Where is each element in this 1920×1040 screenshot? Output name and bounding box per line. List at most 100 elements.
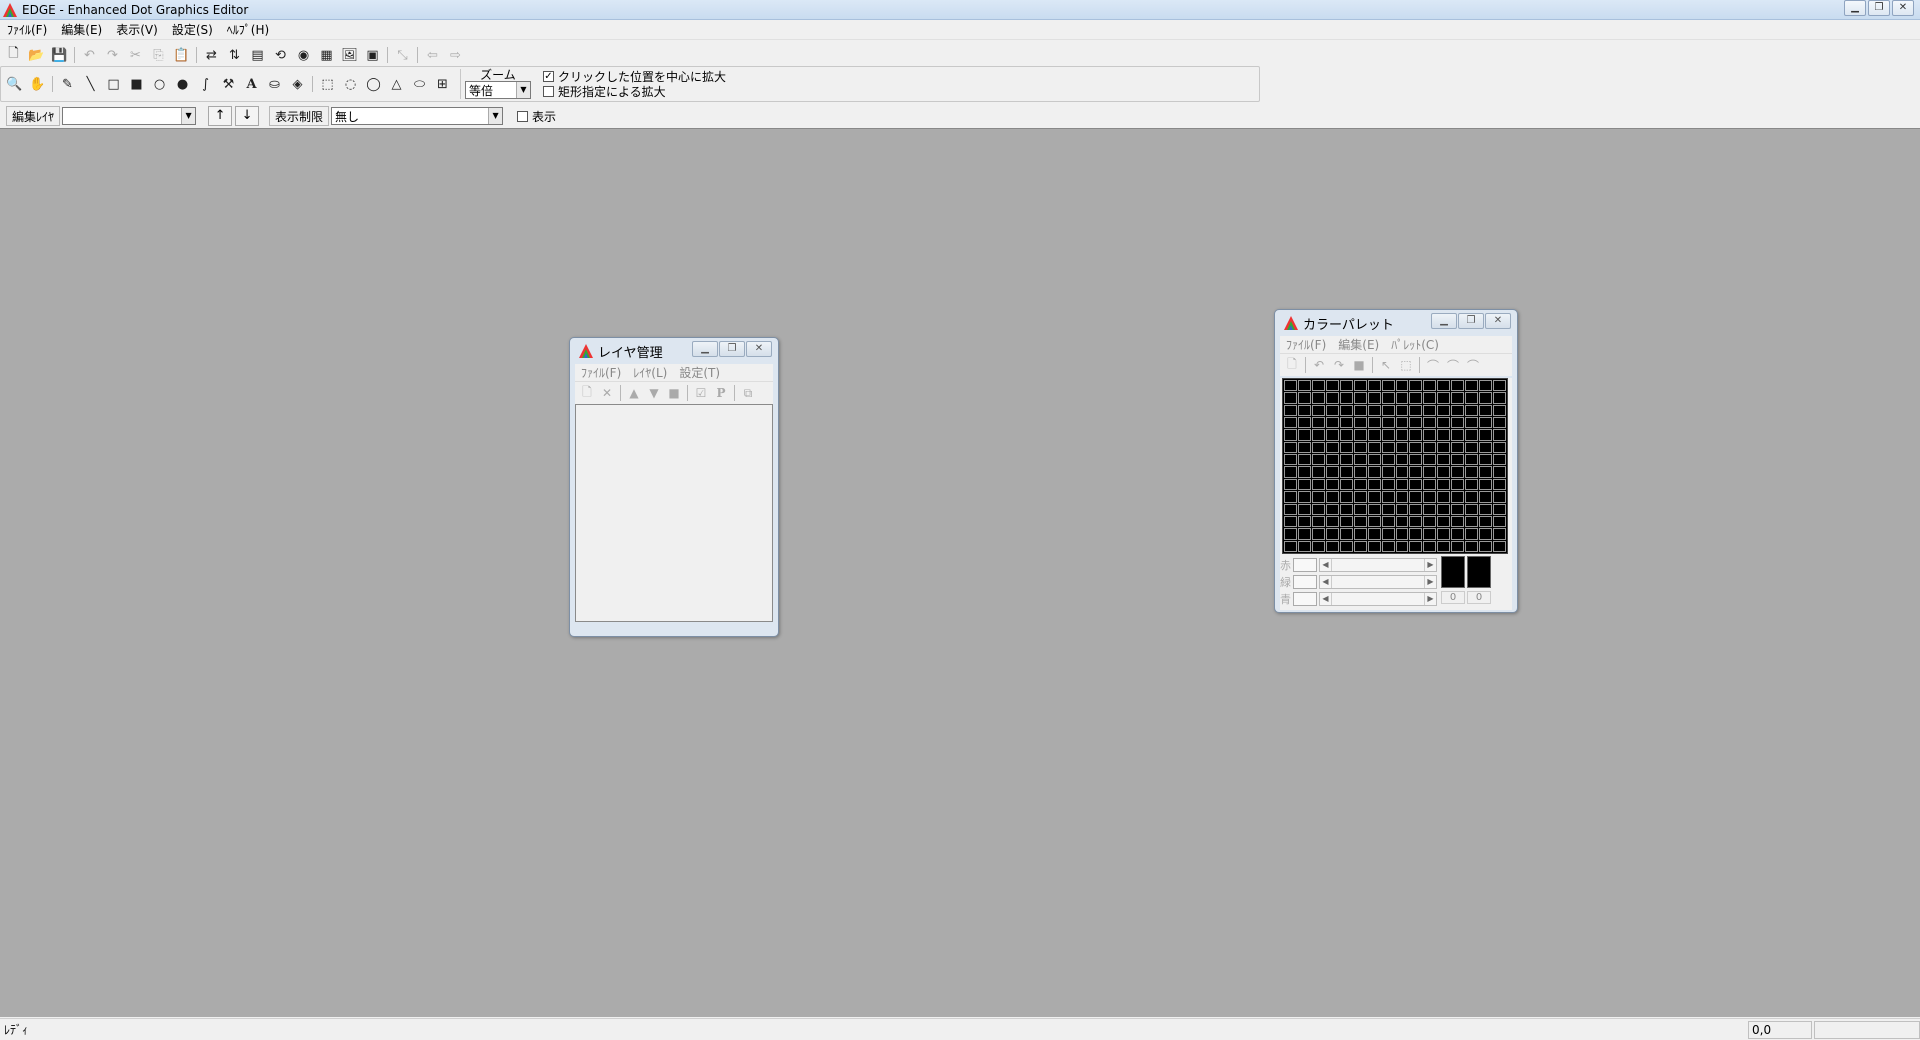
- palette-cell[interactable]: [1353, 528, 1367, 540]
- layer-property-icon[interactable]: P: [711, 384, 731, 402]
- color-palette-titlebar[interactable]: カラーパレット ▁ ❐ ✕: [1275, 310, 1517, 336]
- layer-menu-layer[interactable]: ﾚｲﾔ(L): [627, 364, 673, 381]
- maximize-button[interactable]: ❐: [719, 341, 745, 357]
- display-limit-select[interactable]: 無し ▼: [331, 107, 504, 125]
- palette-cell[interactable]: [1465, 528, 1479, 540]
- red-value-field[interactable]: [1293, 557, 1317, 572]
- palette-cell[interactable]: [1339, 503, 1353, 515]
- palette-cell[interactable]: [1381, 404, 1395, 417]
- palette-cell[interactable]: [1284, 441, 1297, 454]
- chevron-down-icon[interactable]: ▼: [488, 108, 503, 124]
- palette-cell[interactable]: [1297, 380, 1311, 392]
- ellipse-tool-icon[interactable]: ○: [148, 73, 171, 95]
- layer-manager-window[interactable]: レイヤ管理 ▁ ❐ ✕ ﾌｧｲﾙ(F) ﾚｲﾔ(L) 設定(T) 🗋 ✕ ▲ ▼…: [569, 337, 779, 637]
- palette-cell[interactable]: [1437, 466, 1451, 478]
- palette-cell[interactable]: [1395, 380, 1409, 392]
- palette-cell[interactable]: [1493, 429, 1506, 441]
- palette-cell[interactable]: [1381, 540, 1395, 552]
- palette-cell[interactable]: [1367, 429, 1381, 441]
- copy-icon[interactable]: ⎘: [147, 44, 170, 66]
- palette-icon[interactable]: ◉: [292, 44, 315, 66]
- film-icon[interactable]: ▦: [315, 44, 338, 66]
- palette-cell[interactable]: [1297, 540, 1311, 552]
- palette-cell[interactable]: [1493, 528, 1506, 540]
- palette-cell[interactable]: [1325, 429, 1339, 441]
- palette-cell[interactable]: [1297, 466, 1311, 478]
- forward-icon[interactable]: ⇨: [444, 44, 467, 66]
- palette-cell[interactable]: [1395, 503, 1409, 515]
- palette-cell[interactable]: [1451, 380, 1465, 392]
- gradient-3-icon[interactable]: ⌒: [1463, 356, 1483, 374]
- palette-cell[interactable]: [1395, 417, 1409, 429]
- blue-value-field[interactable]: [1293, 591, 1317, 606]
- hand-tool-icon[interactable]: ✋: [26, 73, 49, 95]
- palette-cell[interactable]: [1395, 540, 1409, 552]
- line-tool-icon[interactable]: ╲: [79, 73, 102, 95]
- palette-cell[interactable]: [1284, 466, 1297, 478]
- palette-cell[interactable]: [1451, 478, 1465, 491]
- palette-cell[interactable]: [1284, 392, 1297, 404]
- palette-cell[interactable]: [1465, 466, 1479, 478]
- palette-cell[interactable]: [1325, 404, 1339, 417]
- palette-cell[interactable]: [1479, 491, 1493, 503]
- gradient-2-icon[interactable]: ⌒: [1443, 356, 1463, 374]
- palette-cell[interactable]: [1423, 454, 1437, 466]
- palette-cell[interactable]: [1437, 441, 1451, 454]
- palette-cell[interactable]: [1367, 528, 1381, 540]
- palette-cell[interactable]: [1367, 503, 1381, 515]
- palette-cell[interactable]: [1465, 392, 1479, 404]
- palette-cell[interactable]: [1465, 454, 1479, 466]
- palette-cell[interactable]: [1339, 429, 1353, 441]
- palette-cell[interactable]: [1437, 478, 1451, 491]
- edit-layer-select[interactable]: ▼: [62, 107, 197, 125]
- palette-cell[interactable]: [1339, 417, 1353, 429]
- click-zoom-checkbox[interactable]: ✓: [543, 71, 554, 82]
- palette-cell[interactable]: [1451, 528, 1465, 540]
- palette-cell[interactable]: [1409, 429, 1423, 441]
- undo-icon[interactable]: ↶: [1309, 356, 1329, 374]
- palette-cell[interactable]: [1465, 404, 1479, 417]
- palette-cell[interactable]: [1325, 466, 1339, 478]
- palette-cell[interactable]: [1381, 441, 1395, 454]
- palette-cell[interactable]: [1479, 478, 1493, 491]
- palette-cell[interactable]: [1284, 478, 1297, 491]
- palette-cell[interactable]: [1381, 454, 1395, 466]
- palette-cell[interactable]: [1367, 392, 1381, 404]
- palette-cell[interactable]: [1339, 380, 1353, 392]
- palette-cell[interactable]: [1297, 478, 1311, 491]
- new-palette-icon[interactable]: 🗋: [1282, 356, 1302, 374]
- palette-cell[interactable]: [1325, 392, 1339, 404]
- palette-cell[interactable]: [1493, 454, 1506, 466]
- palette-cell[interactable]: [1284, 404, 1297, 417]
- palette-cell[interactable]: [1493, 515, 1506, 528]
- gradient-icon[interactable]: ⌒: [1423, 356, 1443, 374]
- palette-cell[interactable]: [1493, 380, 1506, 392]
- palette-cell[interactable]: [1381, 503, 1395, 515]
- pointer-icon[interactable]: ↖: [1376, 356, 1396, 374]
- palette-cell[interactable]: [1367, 540, 1381, 552]
- palette-cell[interactable]: [1465, 503, 1479, 515]
- palette-cell[interactable]: [1395, 491, 1409, 503]
- rect-zoom-checkbox[interactable]: [543, 86, 554, 97]
- palette-menu-palette[interactable]: ﾊﾟﾚｯﾄ(C): [1385, 336, 1445, 353]
- palette-cell[interactable]: [1437, 503, 1451, 515]
- click-zoom-option[interactable]: ✓ クリックした位置を中心に拡大: [543, 69, 726, 84]
- palette-cell[interactable]: [1451, 491, 1465, 503]
- palette-cell[interactable]: [1479, 429, 1493, 441]
- palette-cell[interactable]: [1353, 503, 1367, 515]
- palette-cell[interactable]: [1367, 478, 1381, 491]
- color-select-icon[interactable]: ⊞: [431, 73, 454, 95]
- palette-cell[interactable]: [1451, 429, 1465, 441]
- palette-cell[interactable]: [1339, 392, 1353, 404]
- palette-cell[interactable]: [1353, 454, 1367, 466]
- palette-cell[interactable]: [1367, 441, 1381, 454]
- palette-cell[interactable]: [1367, 417, 1381, 429]
- show-option[interactable]: 表示: [517, 109, 556, 124]
- green-slider[interactable]: ◀ ▶: [1319, 574, 1437, 589]
- palette-cell[interactable]: [1395, 515, 1409, 528]
- palette-cell[interactable]: [1409, 392, 1423, 404]
- polygon-select-icon[interactable]: △: [385, 73, 408, 95]
- palette-cell[interactable]: [1479, 515, 1493, 528]
- palette-cell[interactable]: [1297, 528, 1311, 540]
- palette-cell[interactable]: [1479, 503, 1493, 515]
